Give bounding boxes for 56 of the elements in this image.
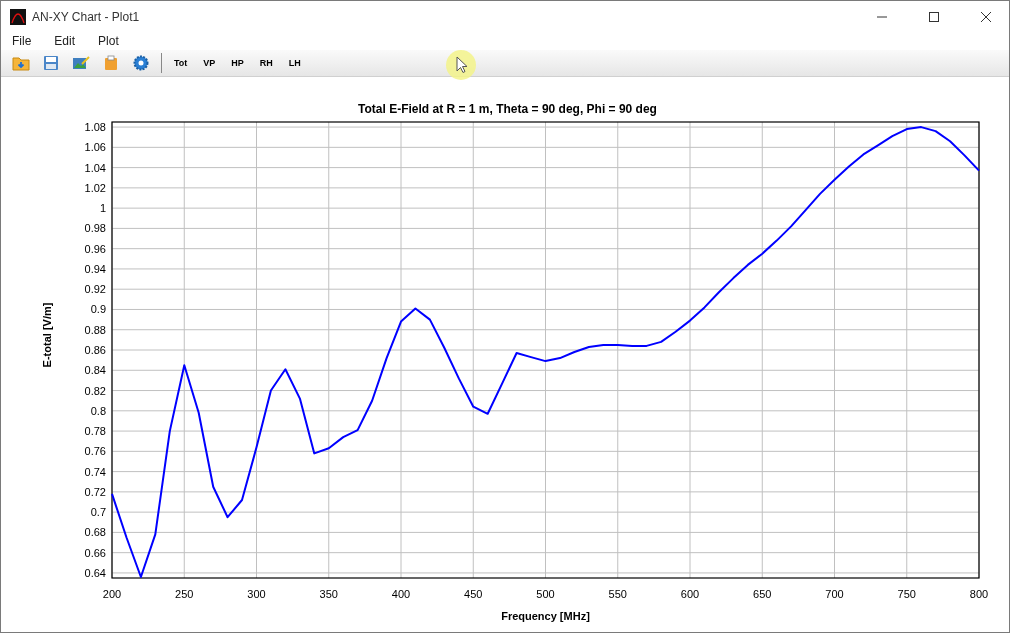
y-tick-label: 0.84 xyxy=(84,364,106,377)
y-tick-label: 0.86 xyxy=(84,344,106,356)
app-logo-icon xyxy=(10,8,26,25)
x-tick-label: 500 xyxy=(536,588,555,600)
y-tick-label: 1.06 xyxy=(84,141,106,154)
y-tick-label: 0.68 xyxy=(84,526,106,539)
gear-icon xyxy=(133,55,149,71)
x-axis-label: Frequency [MHz] xyxy=(501,610,590,622)
picture-pencil-icon xyxy=(72,55,90,71)
window-title: AN-XY Chart - Plot1 xyxy=(32,9,141,24)
y-tick-label: 0.78 xyxy=(84,425,106,438)
y-tick-label: 0.92 xyxy=(84,283,106,296)
y-tick-label: 0.64 xyxy=(84,566,106,579)
x-tick-label: 550 xyxy=(608,588,627,600)
maximize-icon xyxy=(929,11,939,22)
y-tick-label: 0.66 xyxy=(84,546,106,559)
x-tick-label: 700 xyxy=(825,588,844,600)
y-tick-label: 1.02 xyxy=(84,181,106,194)
x-tick-label: 750 xyxy=(897,588,916,600)
y-tick-label: 0.8 xyxy=(90,404,106,417)
chart-title: Total E-Field at R = 1 m, Theta = 90 deg, Phi = 90 deg xyxy=(358,102,657,116)
y-tick-label: 1.04 xyxy=(84,161,106,174)
y-axis-label: E-total [V/m] xyxy=(41,302,53,368)
toolbar-button[interactable]: VP xyxy=(197,52,222,74)
close-icon xyxy=(981,11,991,22)
folder-icon xyxy=(12,55,30,71)
y-tick-label: 0.7 xyxy=(90,506,106,519)
x-tick-label: 450 xyxy=(464,588,483,600)
y-tick-label: 0.82 xyxy=(84,384,106,397)
clipboard-icon xyxy=(103,55,119,71)
y-tick-label: 0.76 xyxy=(84,445,106,458)
x-tick-label: 400 xyxy=(391,588,411,600)
mouse-cursor-icon xyxy=(445,49,477,81)
menu-item[interactable]: Plot xyxy=(91,32,126,50)
x-tick-label: 200 xyxy=(102,588,122,600)
toolbar-button[interactable]: RH xyxy=(253,52,279,74)
y-tick-label: 0.72 xyxy=(84,485,106,498)
toolbar-button[interactable]: Tot xyxy=(168,52,194,74)
y-tick-label: 0.9 xyxy=(90,303,106,316)
y-tick-label: 1 xyxy=(99,202,106,215)
menu-item[interactable]: Edit xyxy=(47,32,83,50)
y-tick-label: 0.88 xyxy=(84,323,106,336)
y-tick-label: 0.94 xyxy=(84,262,106,275)
x-tick-label: 350 xyxy=(319,588,338,600)
y-tick-label: 1.08 xyxy=(84,121,106,134)
menu-item[interactable]: File xyxy=(5,32,39,50)
x-tick-label: 600 xyxy=(680,588,700,600)
toolbar-button[interactable]: HP xyxy=(225,52,250,74)
x-tick-label: 650 xyxy=(753,588,772,600)
y-tick-label: 0.74 xyxy=(84,465,106,478)
toolbar-button[interactable]: LH xyxy=(282,52,307,74)
y-tick-label: 0.98 xyxy=(84,222,106,235)
x-tick-label: 800 xyxy=(969,588,989,600)
x-tick-label: 250 xyxy=(175,588,194,600)
y-tick-label: 0.96 xyxy=(84,242,106,255)
x-tick-label: 300 xyxy=(247,588,266,600)
